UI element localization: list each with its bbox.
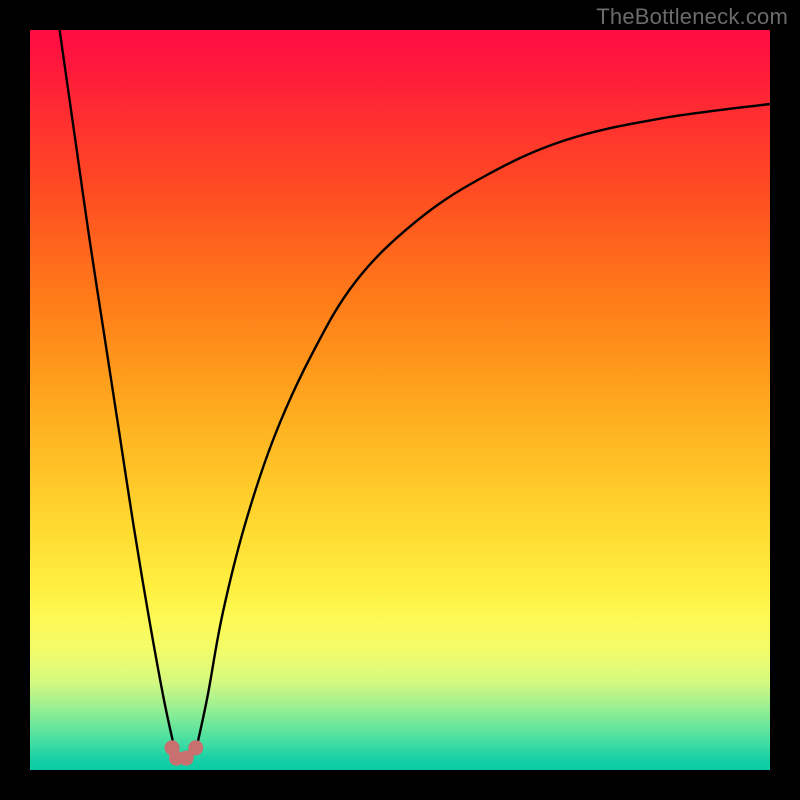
chart-frame: TheBottleneck.com (0, 0, 800, 800)
watermark-text: TheBottleneck.com (596, 4, 788, 30)
valley-marker (188, 740, 203, 755)
curve-left-branch (60, 30, 175, 748)
curve-right-branch (197, 104, 771, 748)
plot-area (30, 30, 770, 770)
plot-svg (30, 30, 770, 770)
